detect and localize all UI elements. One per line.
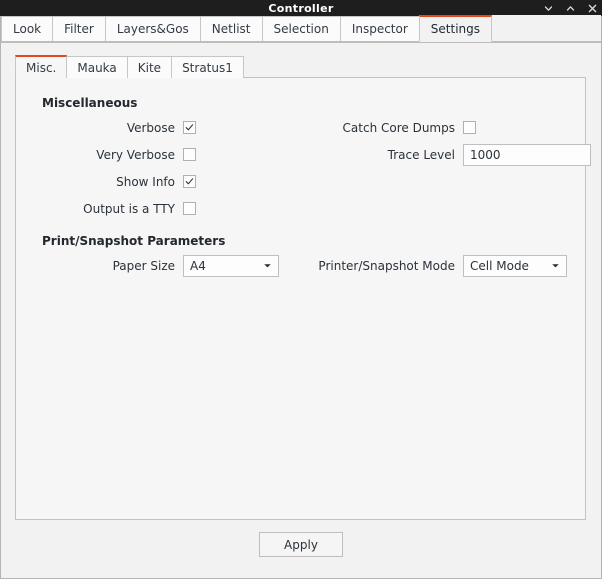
apply-button[interactable]: Apply — [259, 532, 343, 557]
very-verbose-cell — [183, 141, 318, 168]
tab-layers-gos-label: Layers&Gos — [116, 22, 189, 36]
tab-kite[interactable]: Kite — [126, 56, 173, 78]
tab-inspector-label: Inspector — [351, 22, 408, 36]
print-snapshot-form: Paper Size A4 Printer/Snapshot Mode Cell… — [28, 252, 573, 279]
tab-stratus1[interactable]: Stratus1 — [171, 56, 244, 78]
miscellaneous-section-title: Miscellaneous — [42, 96, 138, 110]
verbose-checkbox[interactable] — [183, 121, 196, 134]
catch-core-dumps-checkbox[interactable] — [463, 121, 476, 134]
tab-kite-label: Kite — [137, 60, 162, 75]
window-controls — [542, 0, 598, 16]
trace-level-input[interactable] — [463, 143, 591, 166]
printer-snapshot-mode-value: Cell Mode — [470, 258, 529, 273]
show-info-checkbox[interactable] — [183, 175, 196, 188]
output-is-a-tty-cell — [183, 195, 318, 222]
tab-stratus1-label: Stratus1 — [182, 60, 233, 75]
show-info-label: Show Info — [116, 174, 175, 189]
very-verbose-label: Very Verbose — [96, 147, 175, 162]
tab-look-label: Look — [13, 22, 42, 36]
paper-size-label: Paper Size — [112, 258, 175, 273]
close-icon[interactable] — [586, 2, 598, 14]
title-bar: Controller — [0, 0, 602, 16]
misc-settings-panel: Miscellaneous Verbose Catch Core Dumps V… — [15, 77, 591, 520]
chevron-down-icon — [263, 261, 272, 270]
main-tab-bar: Look Filter Layers&Gos Netlist Selection… — [1, 15, 601, 43]
miscellaneous-form: Verbose Catch Core Dumps Very Verbose Tr… — [28, 114, 591, 222]
tab-mauka[interactable]: Mauka — [66, 56, 128, 78]
show-info-cell — [183, 168, 318, 195]
tab-settings-label: Settings — [430, 22, 481, 36]
print-snapshot-section-title: Print/Snapshot Parameters — [42, 234, 226, 248]
tab-bar-filler — [491, 15, 601, 42]
window-title: Controller — [268, 1, 334, 15]
verbose-label: Verbose — [126, 120, 175, 135]
tab-misc[interactable]: Misc. — [15, 55, 68, 78]
catch-core-dumps-label: Catch Core Dumps — [342, 120, 455, 135]
printer-snapshot-mode-label: Printer/Snapshot Mode — [318, 258, 455, 273]
printer-snapshot-mode-cell: Cell Mode — [463, 252, 573, 279]
chevron-down-icon — [551, 261, 560, 270]
output-is-a-tty-checkbox[interactable] — [183, 202, 196, 215]
apply-row: Apply — [1, 532, 601, 557]
tab-selection-label: Selection — [273, 22, 329, 36]
tab-misc-label: Misc. — [26, 60, 57, 75]
trace-level-cell — [463, 141, 591, 168]
trace-level-label: Trace Level — [387, 147, 455, 162]
catch-core-dumps-cell — [463, 114, 591, 141]
tab-look[interactable]: Look — [1, 16, 54, 42]
apply-button-label: Apply — [284, 537, 318, 552]
tab-netlist[interactable]: Netlist — [199, 16, 263, 42]
tab-selection[interactable]: Selection — [261, 16, 341, 42]
minimize-icon[interactable] — [542, 2, 554, 14]
tab-filter[interactable]: Filter — [52, 16, 106, 42]
tab-netlist-label: Netlist — [211, 22, 251, 36]
paper-size-cell: A4 — [183, 252, 318, 279]
tab-inspector[interactable]: Inspector — [339, 16, 420, 42]
tab-settings[interactable]: Settings — [418, 15, 493, 42]
settings-tab-bar: Misc. Mauka Kite Stratus1 — [15, 55, 601, 78]
tab-mauka-label: Mauka — [77, 60, 117, 75]
verbose-cell — [183, 114, 318, 141]
maximize-icon[interactable] — [564, 2, 576, 14]
paper-size-value: A4 — [190, 258, 206, 273]
tab-filter-label: Filter — [64, 22, 94, 36]
window-body: Look Filter Layers&Gos Netlist Selection… — [0, 15, 602, 579]
very-verbose-checkbox[interactable] — [183, 148, 196, 161]
settings-page: Misc. Mauka Kite Stratus1 Miscellaneous … — [1, 55, 601, 557]
paper-size-select[interactable]: A4 — [183, 254, 279, 277]
tab-layers-gos[interactable]: Layers&Gos — [104, 16, 201, 42]
printer-snapshot-mode-select[interactable]: Cell Mode — [463, 254, 567, 277]
output-is-a-tty-label: Output is a TTY — [83, 201, 175, 216]
controller-window: Controller Look Filter Layers&Gos Netlis… — [0, 0, 602, 579]
